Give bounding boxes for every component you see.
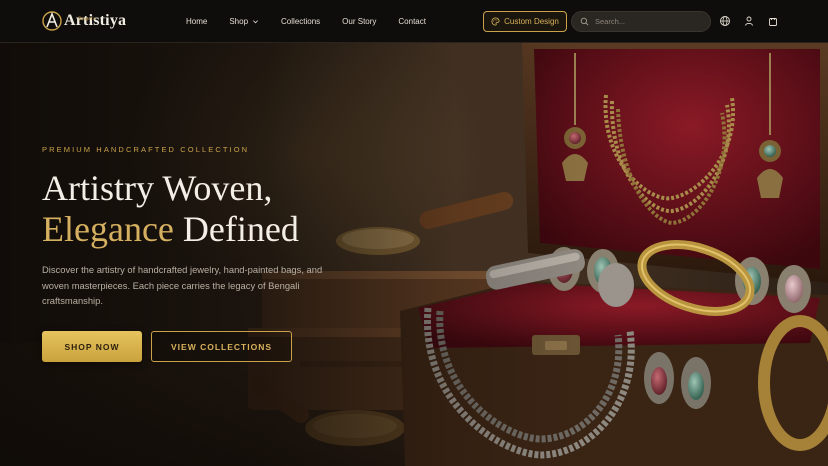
- top-navigation-bar: Artistiya Bengal's Home Shop Collections…: [0, 0, 828, 43]
- search-bar[interactable]: [571, 11, 711, 32]
- nav-link-contact[interactable]: Contact: [398, 17, 426, 26]
- primary-nav: Home Shop Collections Our Story Contact: [186, 0, 448, 43]
- shop-now-button[interactable]: SHOP NOW: [42, 331, 142, 362]
- brand-tagline: Bengal's: [78, 17, 96, 22]
- user-icon[interactable]: [743, 15, 755, 27]
- nav-link-shop[interactable]: Shop: [229, 17, 259, 26]
- custom-design-button[interactable]: Custom Design: [483, 11, 567, 32]
- chevron-down-icon: [253, 20, 259, 24]
- hero-description: Discover the artistry of handcrafted jew…: [42, 264, 323, 306]
- view-collections-button[interactable]: VIEW COLLECTIONS: [151, 331, 292, 362]
- search-icon: [580, 17, 589, 26]
- custom-design-label: Custom Design: [504, 17, 559, 26]
- logo-mark-icon: [42, 11, 62, 31]
- hero-eyebrow: PREMIUM HANDCRAFTED COLLECTION: [42, 145, 250, 154]
- nav-link-home[interactable]: Home: [186, 17, 207, 26]
- nav-link-collections[interactable]: Collections: [281, 17, 320, 26]
- hero-headline: Artistry Woven, Elegance Defined: [42, 168, 299, 250]
- search-input[interactable]: [595, 17, 705, 26]
- headline-line-1: Artistry Woven,: [42, 168, 273, 208]
- palette-icon: [491, 17, 500, 26]
- headline-line-2-rest: Defined: [173, 209, 299, 249]
- hero-section: [0, 43, 828, 466]
- headline-highlight: Elegance: [42, 209, 174, 249]
- globe-icon[interactable]: [719, 15, 731, 27]
- shopping-bag-icon[interactable]: [767, 15, 779, 27]
- nav-link-our-story[interactable]: Our Story: [342, 17, 376, 26]
